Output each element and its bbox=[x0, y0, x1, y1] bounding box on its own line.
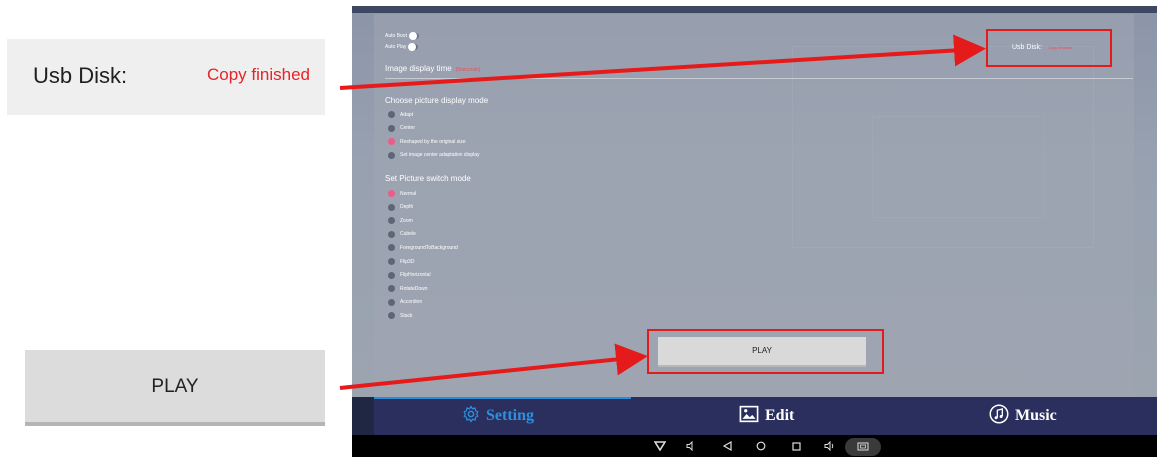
callout-arrows bbox=[339, 34, 986, 390]
usb-callout-arrow bbox=[339, 34, 986, 90]
play-callout-arrow bbox=[339, 343, 648, 390]
